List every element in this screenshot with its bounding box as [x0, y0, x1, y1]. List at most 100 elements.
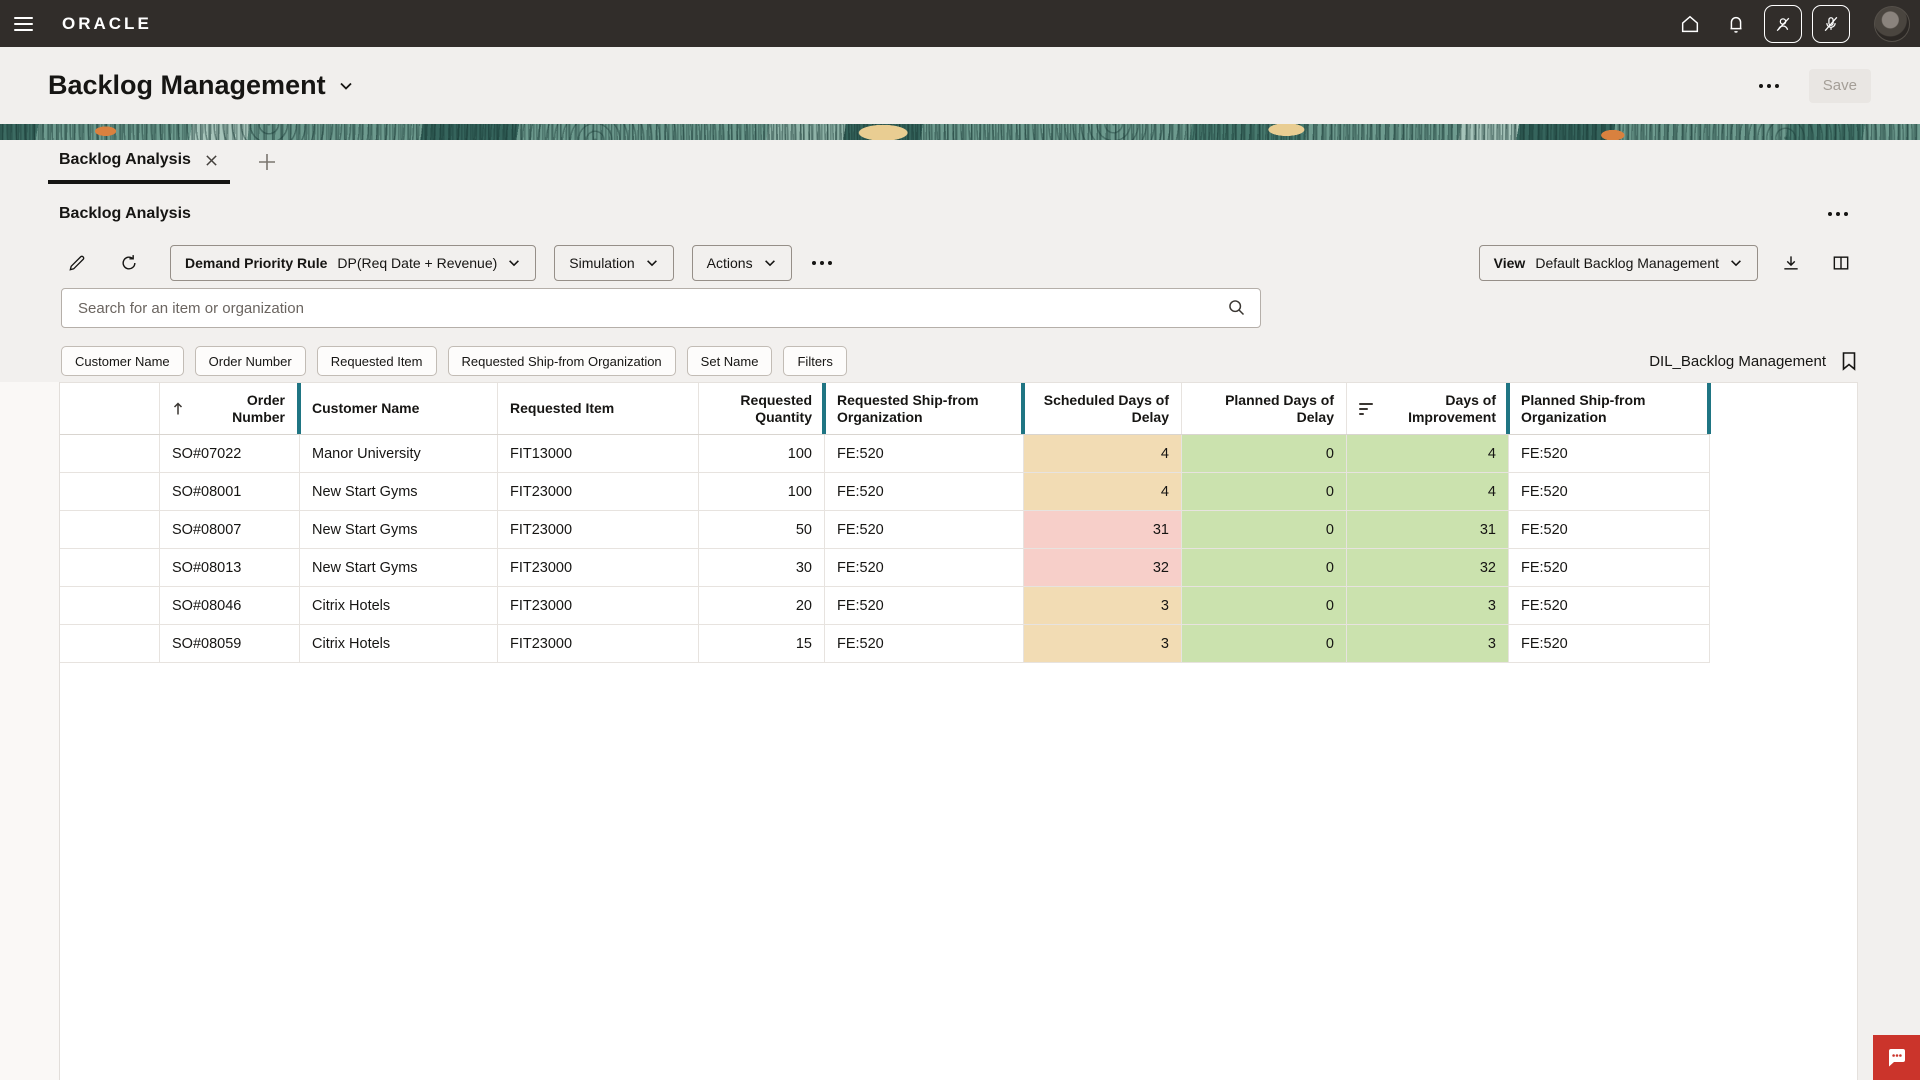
chip-set-name[interactable]: Set Name [687, 346, 773, 376]
row-gutter-cell[interactable] [60, 549, 160, 586]
header-requested-ship-from-organization[interactable]: Requested Ship-from Organization [825, 383, 1024, 434]
cell-requested-item[interactable]: FIT23000 [498, 625, 699, 662]
hamburger-menu-icon[interactable] [0, 0, 46, 47]
cell-planned-ship-from-organization[interactable]: FE:520 [1509, 549, 1710, 586]
search-input[interactable] [61, 288, 1261, 328]
bookmark-icon[interactable] [1840, 351, 1858, 371]
cell-scheduled-days-of-delay[interactable]: 4 [1024, 435, 1182, 472]
table-row[interactable]: SO#08013New Start GymsFIT2300030FE:52032… [60, 549, 1710, 587]
cell-requested-item[interactable]: FIT23000 [498, 587, 699, 624]
demand-priority-rule-dropdown[interactable]: Demand Priority Rule DP(Req Date + Reven… [170, 245, 536, 281]
header-days-of-improvement[interactable]: Days of Improvement [1347, 383, 1509, 434]
actions-dropdown[interactable]: Actions [692, 245, 792, 281]
cell-order-number[interactable]: SO#08059 [160, 625, 300, 662]
table-row[interactable]: SO#07022Manor UniversityFIT13000100 FE:52… [60, 435, 1710, 473]
cell-requested-quantity[interactable]: 100 [699, 435, 825, 472]
download-icon[interactable] [1774, 246, 1808, 280]
cell-planned-ship-from-organization[interactable]: FE:520 [1509, 473, 1710, 510]
chip-requested-ship-from-organization[interactable]: Requested Ship-from Organization [448, 346, 676, 376]
cell-requested-ship-from-organization[interactable]: FE:520 [825, 473, 1024, 510]
header-planned-days-of-delay[interactable]: Planned Days of Delay [1182, 383, 1347, 434]
table-row[interactable]: SO#08046Citrix HotelsFIT2300020FE:520303… [60, 587, 1710, 625]
cell-customer-name[interactable]: Citrix Hotels [300, 587, 498, 624]
user-avatar[interactable] [1874, 6, 1910, 42]
cell-requested-item[interactable]: FIT23000 [498, 549, 699, 586]
cell-planned-days-of-delay[interactable]: 0 [1182, 625, 1347, 662]
cell-order-number[interactable]: SO#08046 [160, 587, 300, 624]
header-planned-ship-from-organization[interactable]: Planned Ship-from Organization [1509, 383, 1710, 434]
header-requested-quantity[interactable]: Requested Quantity [699, 383, 825, 434]
cell-order-number[interactable]: SO#08007 [160, 511, 300, 548]
cell-customer-name[interactable]: Manor University [300, 435, 498, 472]
cell-scheduled-days-of-delay[interactable]: 32 [1024, 549, 1182, 586]
chip-customer-name[interactable]: Customer Name [61, 346, 184, 376]
panel-overflow-menu-icon[interactable] [1822, 206, 1854, 222]
page-overflow-menu-icon[interactable] [1753, 78, 1785, 94]
edit-pencil-icon[interactable] [60, 246, 94, 280]
cell-requested-ship-from-organization[interactable]: FE:520 [825, 625, 1024, 662]
cell-scheduled-days-of-delay[interactable]: 31 [1024, 511, 1182, 548]
filter-icon[interactable] [1359, 403, 1373, 415]
add-tab-plus-icon[interactable] [256, 151, 278, 173]
simulation-dropdown[interactable]: Simulation [554, 245, 673, 281]
cell-planned-ship-from-organization[interactable]: FE:520 [1509, 435, 1710, 472]
chip-order-number[interactable]: Order Number [195, 346, 306, 376]
cell-planned-days-of-delay[interactable]: 0 [1182, 587, 1347, 624]
cell-customer-name[interactable]: New Start Gyms [300, 473, 498, 510]
refresh-icon[interactable] [112, 246, 146, 280]
cell-days-of-improvement[interactable]: 3 [1347, 625, 1509, 662]
cell-scheduled-days-of-delay[interactable]: 3 [1024, 587, 1182, 624]
cell-customer-name[interactable]: New Start Gyms [300, 549, 498, 586]
oracle-logo[interactable]: ORACLE [62, 14, 152, 34]
row-gutter-cell[interactable] [60, 511, 160, 548]
row-gutter-cell[interactable] [60, 625, 160, 662]
table-row[interactable]: SO#08001New Start GymsFIT23000100FE:5204… [60, 473, 1710, 511]
cell-requested-quantity[interactable]: 20 [699, 587, 825, 624]
header-scheduled-days-of-delay[interactable]: Scheduled Days of Delay [1024, 383, 1182, 434]
cell-planned-ship-from-organization[interactable]: FE:520 [1509, 625, 1710, 662]
cell-requested-quantity[interactable]: 30 [699, 549, 825, 586]
cell-requested-quantity[interactable]: 50 [699, 511, 825, 548]
cell-planned-days-of-delay[interactable]: 0 [1182, 473, 1347, 510]
cell-days-of-improvement[interactable]: 31 [1347, 511, 1509, 548]
cell-days-of-improvement[interactable]: 32 [1347, 549, 1509, 586]
cell-requested-quantity[interactable]: 15 [699, 625, 825, 662]
cell-order-number[interactable]: SO#08013 [160, 549, 300, 586]
cell-customer-name[interactable]: New Start Gyms [300, 511, 498, 548]
header-order-number[interactable]: Order Number [160, 383, 300, 434]
table-row[interactable]: SO#08007New Start GymsFIT2300050FE:52031… [60, 511, 1710, 549]
notifications-bell-icon[interactable] [1718, 6, 1754, 42]
sort-ascending-icon[interactable] [172, 402, 184, 416]
split-panel-icon[interactable] [1824, 246, 1858, 280]
mic-slash-icon[interactable] [1812, 5, 1850, 43]
cell-days-of-improvement[interactable]: 4 [1347, 473, 1509, 510]
page-title-chevron-down-icon[interactable] [338, 78, 354, 94]
cell-planned-days-of-delay[interactable]: 0 [1182, 435, 1347, 472]
cell-customer-name[interactable]: Citrix Hotels [300, 625, 498, 662]
cell-requested-item[interactable]: FIT23000 [498, 473, 699, 510]
row-gutter-cell[interactable] [60, 587, 160, 624]
cell-planned-ship-from-organization[interactable]: FE:520 [1509, 511, 1710, 548]
header-requested-item[interactable]: Requested Item [498, 383, 699, 434]
cell-requested-quantity[interactable]: 100 [699, 473, 825, 510]
cell-requested-item[interactable]: FIT13000 [498, 435, 699, 472]
save-button[interactable]: Save [1809, 69, 1871, 103]
chip-requested-item[interactable]: Requested Item [317, 346, 437, 376]
home-icon[interactable] [1672, 6, 1708, 42]
cell-requested-ship-from-organization[interactable]: FE:520 [825, 549, 1024, 586]
table-row[interactable]: SO#08059Citrix HotelsFIT2300015FE:520303… [60, 625, 1710, 663]
header-customer-name[interactable]: Customer Name [300, 383, 498, 434]
search-icon[interactable] [1226, 297, 1247, 318]
cell-requested-ship-from-organization[interactable]: FE:520 [825, 587, 1024, 624]
cell-planned-ship-from-organization[interactable]: FE:520 [1509, 587, 1710, 624]
person-slash-icon[interactable] [1764, 5, 1802, 43]
cell-order-number[interactable]: SO#07022 [160, 435, 300, 472]
chat-bubble-icon[interactable] [1873, 1035, 1920, 1080]
chip-filters[interactable]: Filters [783, 346, 846, 376]
cell-days-of-improvement[interactable]: 4 [1347, 435, 1509, 472]
cell-planned-days-of-delay[interactable]: 0 [1182, 549, 1347, 586]
cell-scheduled-days-of-delay[interactable]: 3 [1024, 625, 1182, 662]
cell-requested-item[interactable]: FIT23000 [498, 511, 699, 548]
row-gutter-cell[interactable] [60, 435, 160, 472]
view-dropdown[interactable]: View Default Backlog Management [1479, 245, 1758, 281]
